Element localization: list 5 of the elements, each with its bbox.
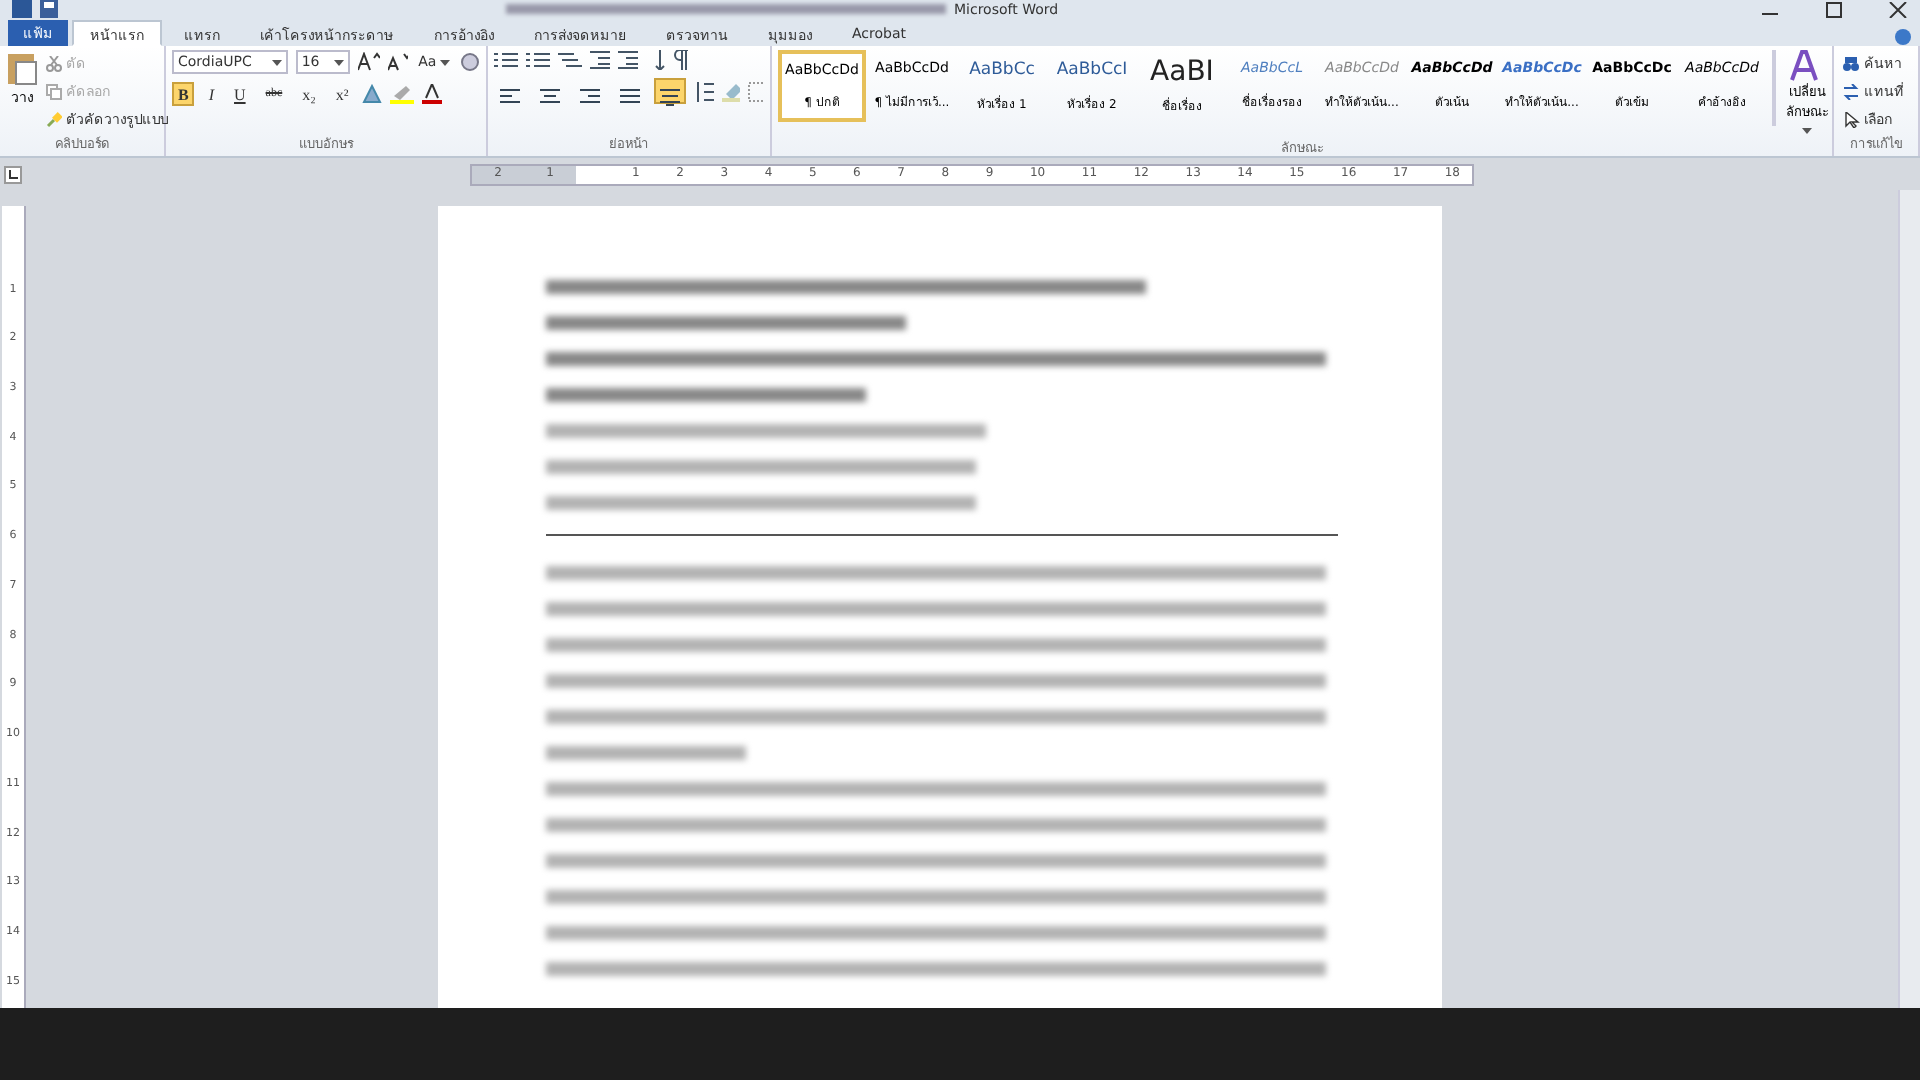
format-button[interactable]: x²	[329, 82, 355, 106]
format-button[interactable]: I	[202, 82, 221, 106]
format-button[interactable]: U	[228, 82, 252, 106]
format-button[interactable]: x₂	[296, 82, 322, 106]
format-button[interactable]: B	[172, 82, 195, 106]
